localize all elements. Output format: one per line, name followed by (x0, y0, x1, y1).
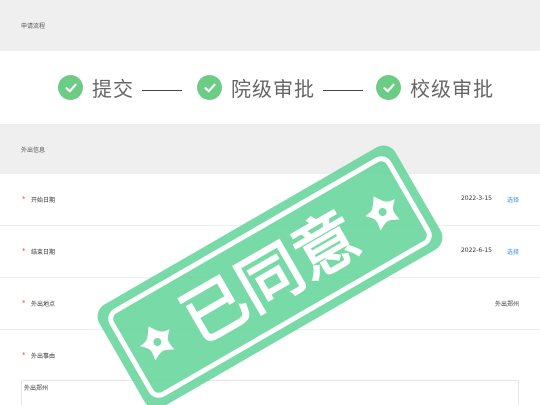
check-circle-icon (58, 75, 83, 100)
process-section-header: 申请流程 (0, 0, 540, 51)
process-section-title: 申请流程 (21, 23, 46, 30)
start-date-choose-link[interactable]: 选择 (507, 195, 519, 204)
location-row[interactable]: * 外出地点 外出郑州 (0, 278, 540, 330)
step-college-approval: 院级审批 (197, 73, 363, 102)
approval-steps: 提交 院级审批 校级审批 (0, 51, 540, 124)
step-connector (323, 89, 363, 92)
reason-textarea[interactable]: 外出郑州 (21, 380, 519, 405)
end-date-row[interactable]: * 结束日期 2022-6-15 选择 (0, 226, 540, 278)
location-label: 外出地点 (31, 301, 56, 308)
step-submit: 提交 (58, 73, 182, 102)
check-circle-icon (376, 75, 401, 100)
step-label: 提交 (92, 77, 134, 101)
step-connector (142, 89, 182, 92)
end-date-choose-link[interactable]: 选择 (507, 247, 519, 256)
required-marker: * (22, 299, 26, 307)
start-date-value: 2022-3-15 (460, 195, 492, 202)
reason-row: * 外出事由 (0, 330, 540, 382)
required-marker: * (22, 195, 26, 203)
required-marker: * (22, 351, 26, 359)
step-school-approval: 校级审批 (376, 73, 494, 102)
check-circle-icon (197, 75, 222, 100)
start-date-row[interactable]: * 开始日期 2022-3-15 选择 (0, 174, 540, 226)
required-marker: * (22, 247, 26, 255)
step-label: 校级审批 (410, 77, 494, 101)
step-label: 院级审批 (231, 77, 315, 101)
info-section-header: 外出信息 (0, 124, 540, 174)
end-date-value: 2022-6-15 (460, 247, 492, 254)
end-date-label: 结束日期 (31, 249, 56, 256)
location-value[interactable]: 外出郑州 (495, 299, 519, 308)
info-section-title: 外出信息 (21, 147, 46, 154)
reason-label: 外出事由 (31, 353, 56, 360)
start-date-label: 开始日期 (31, 197, 56, 204)
